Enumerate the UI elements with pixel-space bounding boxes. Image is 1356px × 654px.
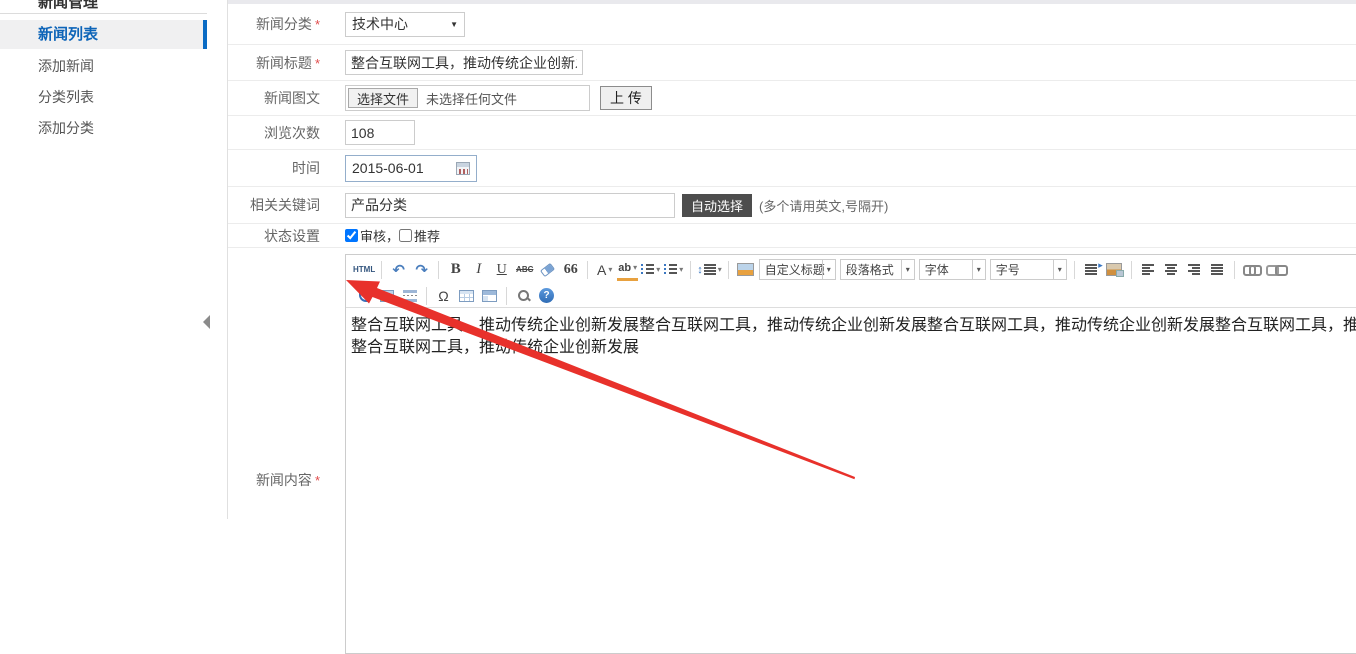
link-icon[interactable] bbox=[1241, 259, 1262, 281]
redo-icon[interactable]: ↷ bbox=[411, 259, 432, 281]
align-center-icon[interactable] bbox=[1161, 259, 1182, 281]
dropdown-caret-icon: ▾ bbox=[901, 260, 914, 279]
custom-title-dropdown[interactable]: 自定义标题▾ bbox=[759, 259, 836, 280]
choose-file-button[interactable]: 选择文件 bbox=[348, 88, 418, 108]
remove-format-icon[interactable] bbox=[537, 259, 558, 281]
special-char-icon[interactable]: Ω bbox=[433, 285, 454, 307]
upload-button[interactable]: 上 传 bbox=[600, 86, 652, 110]
html-source-button[interactable]: HTML bbox=[353, 259, 375, 281]
dropdown-caret-icon: ▾ bbox=[822, 260, 835, 279]
select-caret-icon: ▼ bbox=[450, 20, 458, 29]
category-selected-value: 技术中心 bbox=[352, 14, 408, 34]
recommend-checkbox-label: 推荐 bbox=[414, 226, 440, 245]
content-label: 新闻内容 bbox=[256, 472, 312, 488]
search-replace-icon[interactable] bbox=[513, 285, 534, 307]
font-color-icon[interactable]: A▾ bbox=[594, 259, 615, 281]
sidebar-item-label: 新闻列表 bbox=[38, 26, 98, 43]
row-status: 状态设置 审核 ， 推荐 bbox=[228, 224, 1356, 248]
auto-select-button[interactable]: 自动选择 bbox=[682, 194, 752, 217]
news-form: 新闻分类* 技术中心 ▼ 新闻标题* 新闻图文 选择文件 未选择任何文件 上 传… bbox=[228, 0, 1356, 519]
recommend-checkbox[interactable] bbox=[399, 229, 412, 242]
required-asterisk: * bbox=[315, 56, 320, 71]
content-line: 整合互联网工具，推动传统企业创新发展 bbox=[351, 337, 1356, 359]
sidebar-item-label: 添加新闻 bbox=[38, 58, 94, 74]
status-separator: ， bbox=[386, 226, 399, 245]
selected-indicator-bar bbox=[203, 20, 207, 49]
help-icon[interactable]: ? bbox=[536, 285, 557, 307]
dropdown-caret-icon: ▾ bbox=[1053, 260, 1066, 279]
sidebar-item-label: 分类列表 bbox=[38, 89, 94, 105]
editor-toolbar-row1: HTML ↶ ↷ B I U ABC 66 A▾ ab▾ ▾ ▾ ↕▾ bbox=[346, 255, 1356, 284]
no-file-text: 未选择任何文件 bbox=[426, 89, 517, 108]
template-icon[interactable] bbox=[479, 285, 500, 307]
line-height-icon[interactable]: ↕▾ bbox=[697, 259, 722, 281]
indent-icon[interactable] bbox=[1081, 259, 1102, 281]
calendar-icon[interactable] bbox=[456, 162, 470, 175]
editor-content-area[interactable]: 整合互联网工具，推动传统企业创新发展整合互联网工具，推动传统企业创新发展整合互联… bbox=[346, 308, 1356, 359]
required-asterisk: * bbox=[315, 17, 320, 32]
sidebar-header: 新闻管理 bbox=[38, 0, 98, 12]
row-title: 新闻标题* bbox=[228, 45, 1356, 81]
editor-toolbar-row2: Ω ? bbox=[346, 284, 1356, 308]
screenshot-icon[interactable] bbox=[1104, 259, 1125, 281]
insert-table-icon[interactable] bbox=[456, 285, 477, 307]
align-justify-icon[interactable] bbox=[1207, 259, 1228, 281]
row-category: 新闻分类* 技术中心 ▼ bbox=[228, 4, 1356, 45]
content-line: 整合互联网工具，推动传统企业创新发展整合互联网工具，推动传统企业创新发展整合互联… bbox=[351, 315, 1356, 337]
font-size-dropdown[interactable]: 字号▾ bbox=[990, 259, 1067, 280]
sidebar-divider bbox=[0, 13, 207, 14]
required-asterisk: * bbox=[315, 473, 320, 488]
underline-icon[interactable]: U bbox=[491, 259, 512, 281]
keywords-hint: (多个请用英文,号隔开) bbox=[759, 196, 888, 215]
row-views: 浏览次数 bbox=[228, 116, 1356, 150]
row-time: 时间 2015-06-01 bbox=[228, 150, 1356, 187]
sidebar-collapse-icon[interactable] bbox=[203, 315, 210, 329]
page-break-icon[interactable] bbox=[399, 285, 420, 307]
bold-icon[interactable]: B bbox=[445, 259, 466, 281]
title-label: 新闻标题 bbox=[256, 55, 312, 71]
dropdown-caret-icon: ▾ bbox=[972, 260, 985, 279]
sidebar-item-category-list[interactable]: 分类列表 bbox=[0, 83, 207, 112]
sidebar-item-add-category[interactable]: 添加分类 bbox=[0, 114, 207, 143]
file-input[interactable]: 选择文件 未选择任何文件 bbox=[345, 85, 590, 111]
unlink-icon[interactable] bbox=[1264, 259, 1285, 281]
title-input[interactable] bbox=[345, 50, 583, 75]
sidebar: 新闻管理 新闻列表 添加新闻 分类列表 添加分类 bbox=[0, 0, 207, 519]
audit-checkbox[interactable] bbox=[345, 229, 358, 242]
sidebar-item-label: 添加分类 bbox=[38, 120, 94, 136]
date-input[interactable]: 2015-06-01 bbox=[345, 155, 477, 182]
category-label: 新闻分类 bbox=[256, 16, 312, 32]
rich-text-editor: HTML ↶ ↷ B I U ABC 66 A▾ ab▾ ▾ ▾ ↕▾ bbox=[345, 254, 1356, 654]
ordered-list-icon[interactable]: ▾ bbox=[640, 259, 661, 281]
category-select[interactable]: 技术中心 ▼ bbox=[345, 12, 465, 37]
font-family-dropdown[interactable]: 字体▾ bbox=[919, 259, 986, 280]
image-label: 新闻图文 bbox=[264, 90, 320, 106]
time-label: 时间 bbox=[292, 160, 320, 176]
row-content: 新闻内容* HTML ↶ ↷ B I U ABC 66 A▾ ab▾ ▾ ▾ bbox=[228, 248, 1356, 519]
row-keywords: 相关关键词 自动选择 (多个请用英文,号隔开) bbox=[228, 187, 1356, 224]
sidebar-item-add-news[interactable]: 添加新闻 bbox=[0, 52, 207, 81]
anchor-icon[interactable] bbox=[353, 285, 374, 307]
views-label: 浏览次数 bbox=[264, 125, 320, 141]
italic-icon[interactable]: I bbox=[468, 259, 489, 281]
insert-map-icon[interactable] bbox=[376, 285, 397, 307]
align-left-icon[interactable] bbox=[1138, 259, 1159, 281]
keywords-label: 相关关键词 bbox=[250, 197, 320, 213]
keywords-input[interactable] bbox=[345, 193, 675, 218]
highlight-color-icon[interactable]: ab▾ bbox=[617, 259, 638, 281]
date-value: 2015-06-01 bbox=[352, 160, 424, 176]
views-input[interactable] bbox=[345, 120, 415, 145]
unordered-list-icon[interactable]: ▾ bbox=[663, 259, 684, 281]
align-right-icon[interactable] bbox=[1184, 259, 1205, 281]
insert-image-icon[interactable] bbox=[735, 259, 756, 281]
audit-checkbox-label: 审核 bbox=[360, 226, 386, 245]
status-label: 状态设置 bbox=[264, 228, 320, 244]
undo-icon[interactable]: ↶ bbox=[388, 259, 409, 281]
sidebar-item-news-list[interactable]: 新闻列表 bbox=[0, 20, 207, 49]
row-image: 新闻图文 选择文件 未选择任何文件 上 传 bbox=[228, 81, 1356, 116]
strikethrough-icon[interactable]: ABC bbox=[514, 259, 535, 281]
blockquote-icon[interactable]: 66 bbox=[560, 259, 581, 281]
paragraph-format-dropdown[interactable]: 段落格式▾ bbox=[840, 259, 915, 280]
